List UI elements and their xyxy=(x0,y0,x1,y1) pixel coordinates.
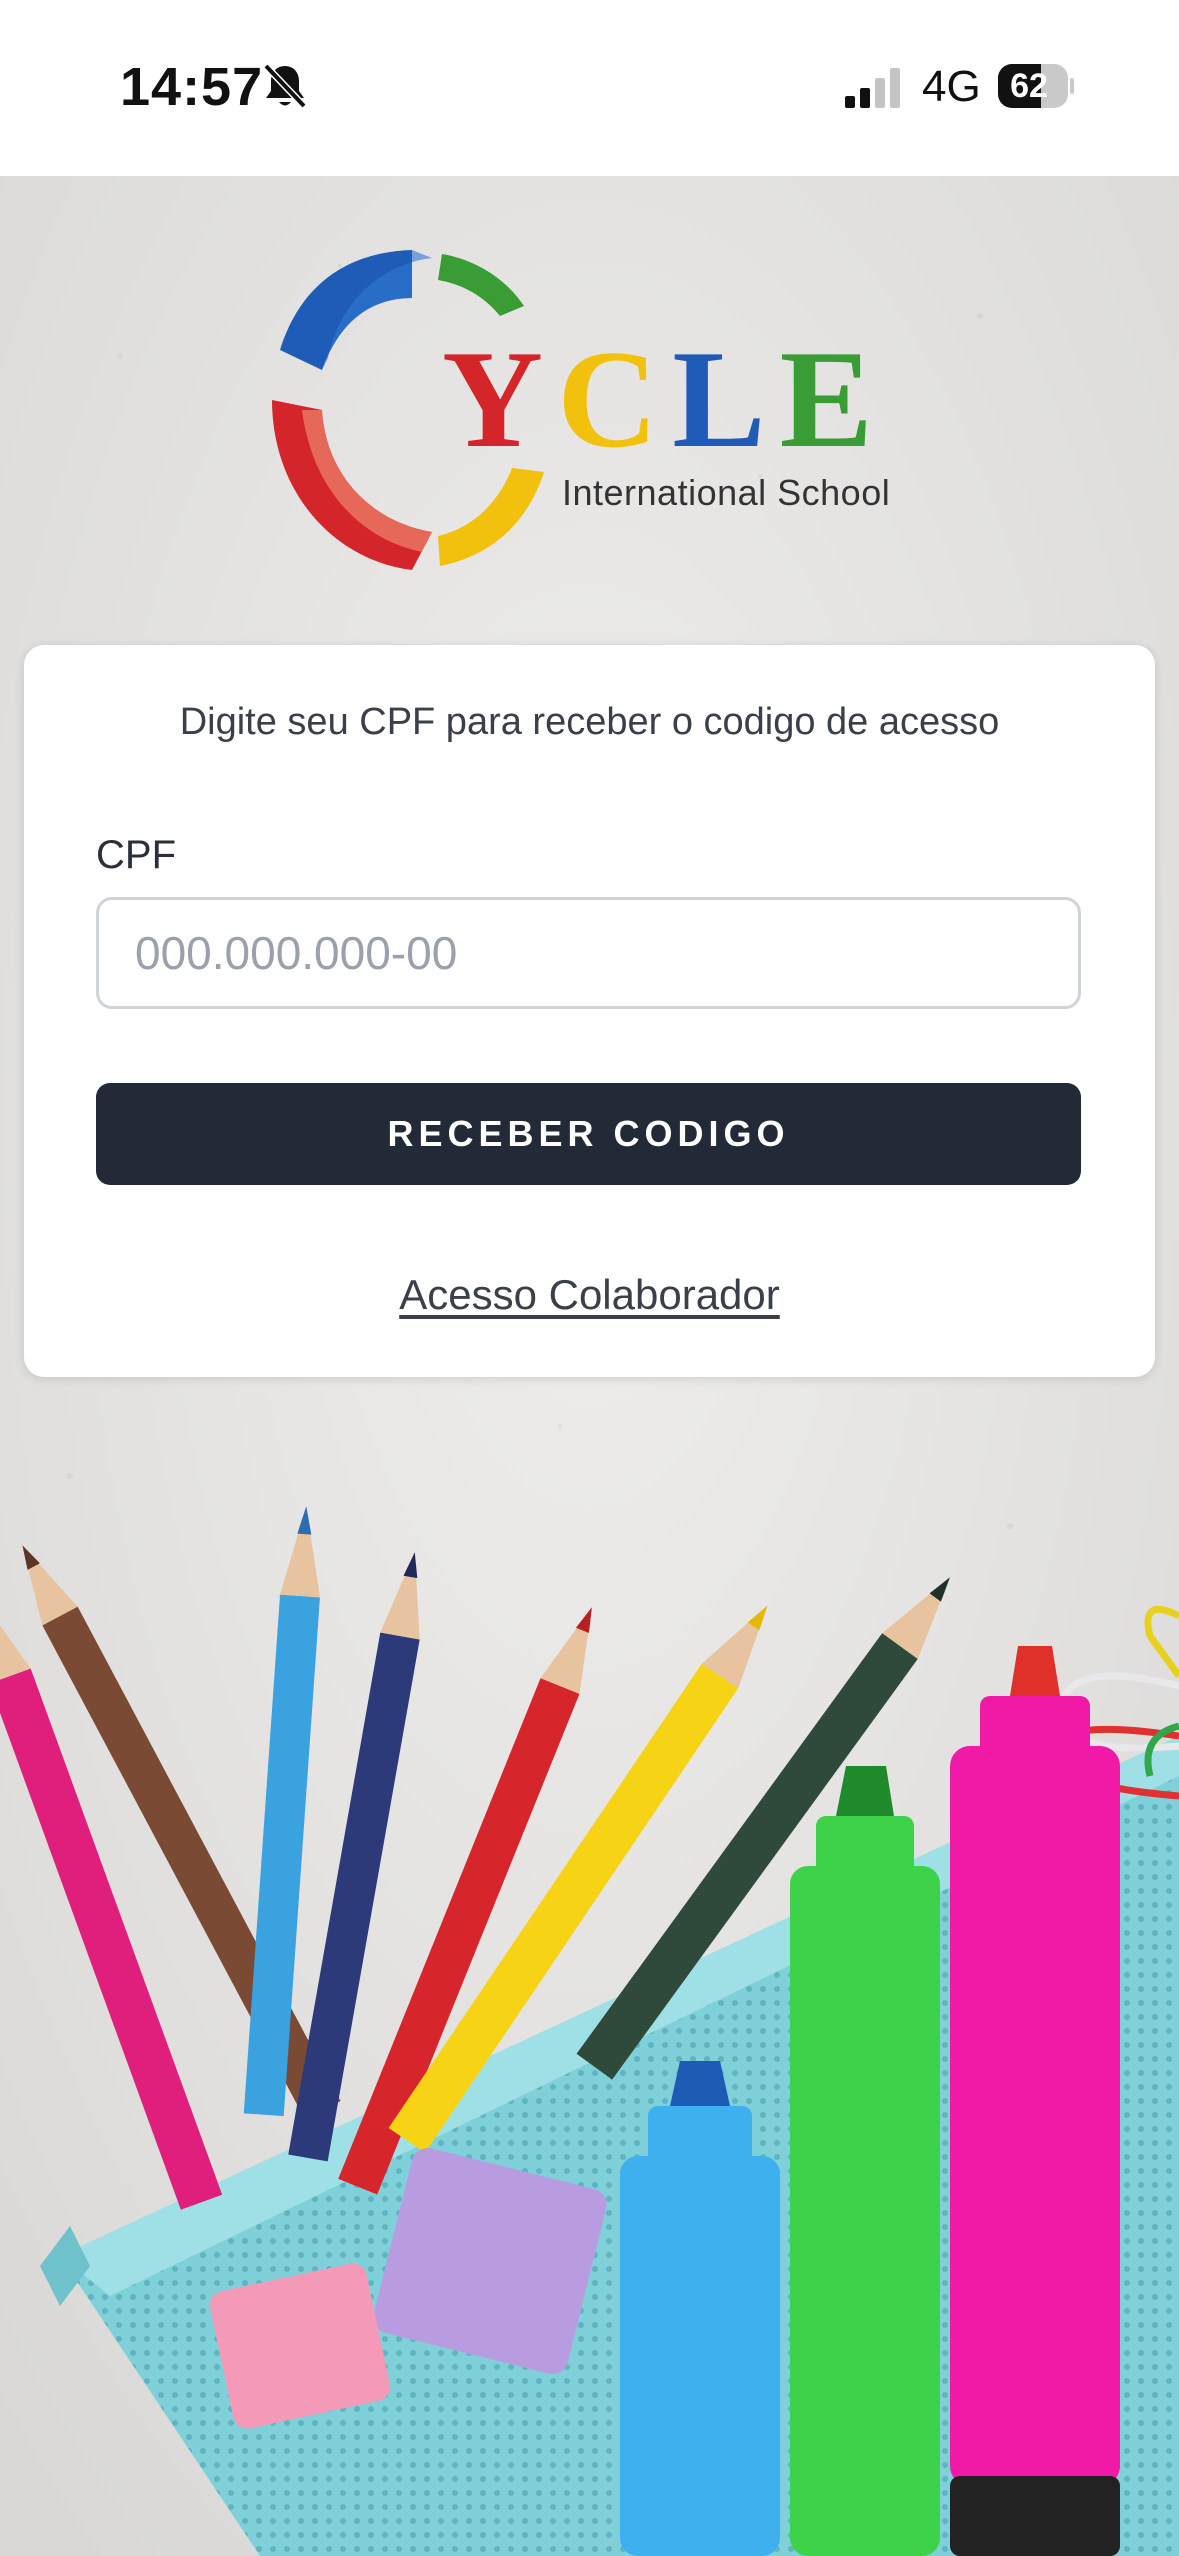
cpf-label: CPF xyxy=(96,833,176,877)
logo-letter-y: Y xyxy=(442,322,558,477)
logo-wordmark: YCLE xyxy=(442,330,887,470)
battery-icon: 62 xyxy=(998,64,1074,108)
logo-subtitle: International School xyxy=(562,472,891,513)
logo-letter-c: C xyxy=(557,322,673,477)
collaborator-access-link[interactable]: Acesso Colaborador xyxy=(24,1271,1155,1319)
status-time: 14:57 xyxy=(120,57,264,117)
battery-level-text: 62 xyxy=(1010,67,1048,105)
bell-off-icon xyxy=(263,63,307,109)
receive-code-button[interactable]: RECEBER CODIGO xyxy=(96,1083,1081,1185)
logo-letter-e: E xyxy=(779,322,887,477)
instruction-text: Digite seu CPF para receber o codigo de … xyxy=(179,701,1000,743)
signal-icon xyxy=(845,68,900,108)
login-card: Digite seu CPF para receber o codigo de … xyxy=(24,645,1155,1377)
network-type: 4G xyxy=(922,62,981,111)
school-logo: YCLE International School xyxy=(262,240,922,580)
status-bar: 14:57 4G 62 xyxy=(0,0,1179,176)
cpf-input[interactable] xyxy=(96,897,1081,1009)
login-screen: 14:57 4G 62 YCLE International School Di… xyxy=(0,0,1179,2556)
logo-letter-l: L xyxy=(672,322,780,477)
